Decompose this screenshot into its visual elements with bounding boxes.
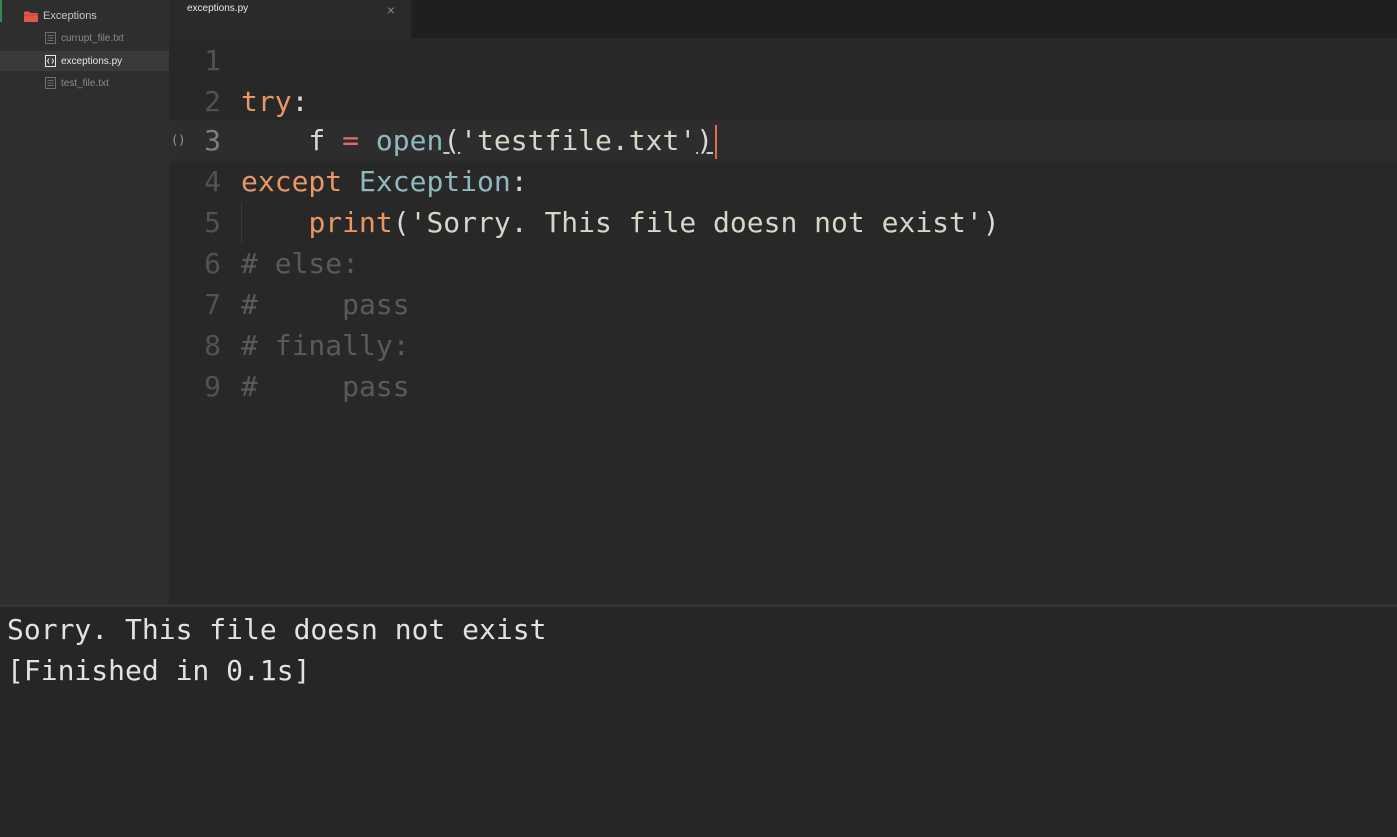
line-number: 7 bbox=[204, 288, 221, 321]
code-line-3[interactable]: () 3 f = open('testfile.txt') bbox=[169, 120, 1397, 161]
line-number: 1 bbox=[204, 44, 221, 77]
sidebar-file-currupt-file[interactable]: currupt_file.txt bbox=[0, 28, 169, 48]
code-comment: # pass bbox=[241, 288, 410, 321]
code-text: f = open('testfile.txt') bbox=[241, 120, 718, 161]
code-line-6[interactable]: 6 # else: bbox=[169, 243, 1397, 284]
sidebar-accent bbox=[0, 0, 2, 22]
tab-exceptions-py[interactable]: exceptions.py × bbox=[169, 0, 411, 38]
code-comment: # else: bbox=[241, 247, 360, 280]
line-number: 8 bbox=[204, 329, 221, 362]
line-number: 2 bbox=[204, 85, 221, 118]
build-output-panel[interactable]: Sorry. This file doesn not exist [Finish… bbox=[0, 607, 1397, 837]
code-text: except Exception: bbox=[241, 165, 528, 198]
output-line: Sorry. This file doesn not exist bbox=[7, 613, 547, 646]
code-text: try: bbox=[241, 85, 309, 118]
output-line: [Finished in 0.1s] bbox=[7, 654, 311, 687]
folder-label: Exceptions bbox=[43, 10, 97, 22]
file-label: test_file.txt bbox=[61, 77, 109, 89]
text-file-icon bbox=[45, 32, 56, 44]
code-token: try bbox=[241, 85, 292, 118]
sidebar-folder-exceptions[interactable]: Exceptions bbox=[24, 8, 97, 24]
line-number: 3 bbox=[204, 124, 221, 157]
code-comment: # finally: bbox=[241, 329, 410, 362]
close-icon[interactable]: × bbox=[383, 2, 399, 18]
code-line-9[interactable]: 9 # pass bbox=[169, 366, 1397, 407]
code-comment: # pass bbox=[241, 370, 410, 403]
code-line-2[interactable]: 2 try: bbox=[169, 81, 1397, 122]
file-sidebar: Exceptions currupt_file.txt exceptions.p… bbox=[0, 0, 169, 604]
file-label: exceptions.py bbox=[61, 55, 123, 67]
text-cursor bbox=[715, 125, 718, 159]
code-editor[interactable]: 1 2 try: () 3 f = open('testfile.txt') 4… bbox=[169, 38, 1397, 604]
tab-label: exceptions.py bbox=[187, 3, 249, 14]
code-line-5[interactable]: 5 print('Sorry. This file doesn not exis… bbox=[169, 202, 1397, 243]
line-number: 4 bbox=[204, 165, 221, 198]
line-number: 9 bbox=[204, 370, 221, 403]
tab-bar: exceptions.py × bbox=[169, 0, 1397, 38]
sidebar-file-test-file[interactable]: test_file.txt bbox=[0, 73, 169, 93]
python-file-icon bbox=[45, 55, 56, 67]
folder-icon bbox=[24, 11, 38, 22]
file-label: currupt_file.txt bbox=[61, 32, 124, 44]
code-line-1[interactable]: 1 bbox=[169, 40, 1397, 81]
code-line-4[interactable]: 4 except Exception: bbox=[169, 161, 1397, 202]
code-line-7[interactable]: 7 # pass bbox=[169, 284, 1397, 325]
text-file-icon bbox=[45, 77, 56, 89]
code-line-8[interactable]: 8 # finally: bbox=[169, 325, 1397, 366]
code-text: print('Sorry. This file doesn not exist'… bbox=[308, 206, 1000, 239]
line-number: 5 bbox=[204, 206, 221, 239]
sidebar-file-exceptions-py[interactable]: exceptions.py bbox=[0, 51, 169, 71]
line-number: 6 bbox=[204, 247, 221, 280]
